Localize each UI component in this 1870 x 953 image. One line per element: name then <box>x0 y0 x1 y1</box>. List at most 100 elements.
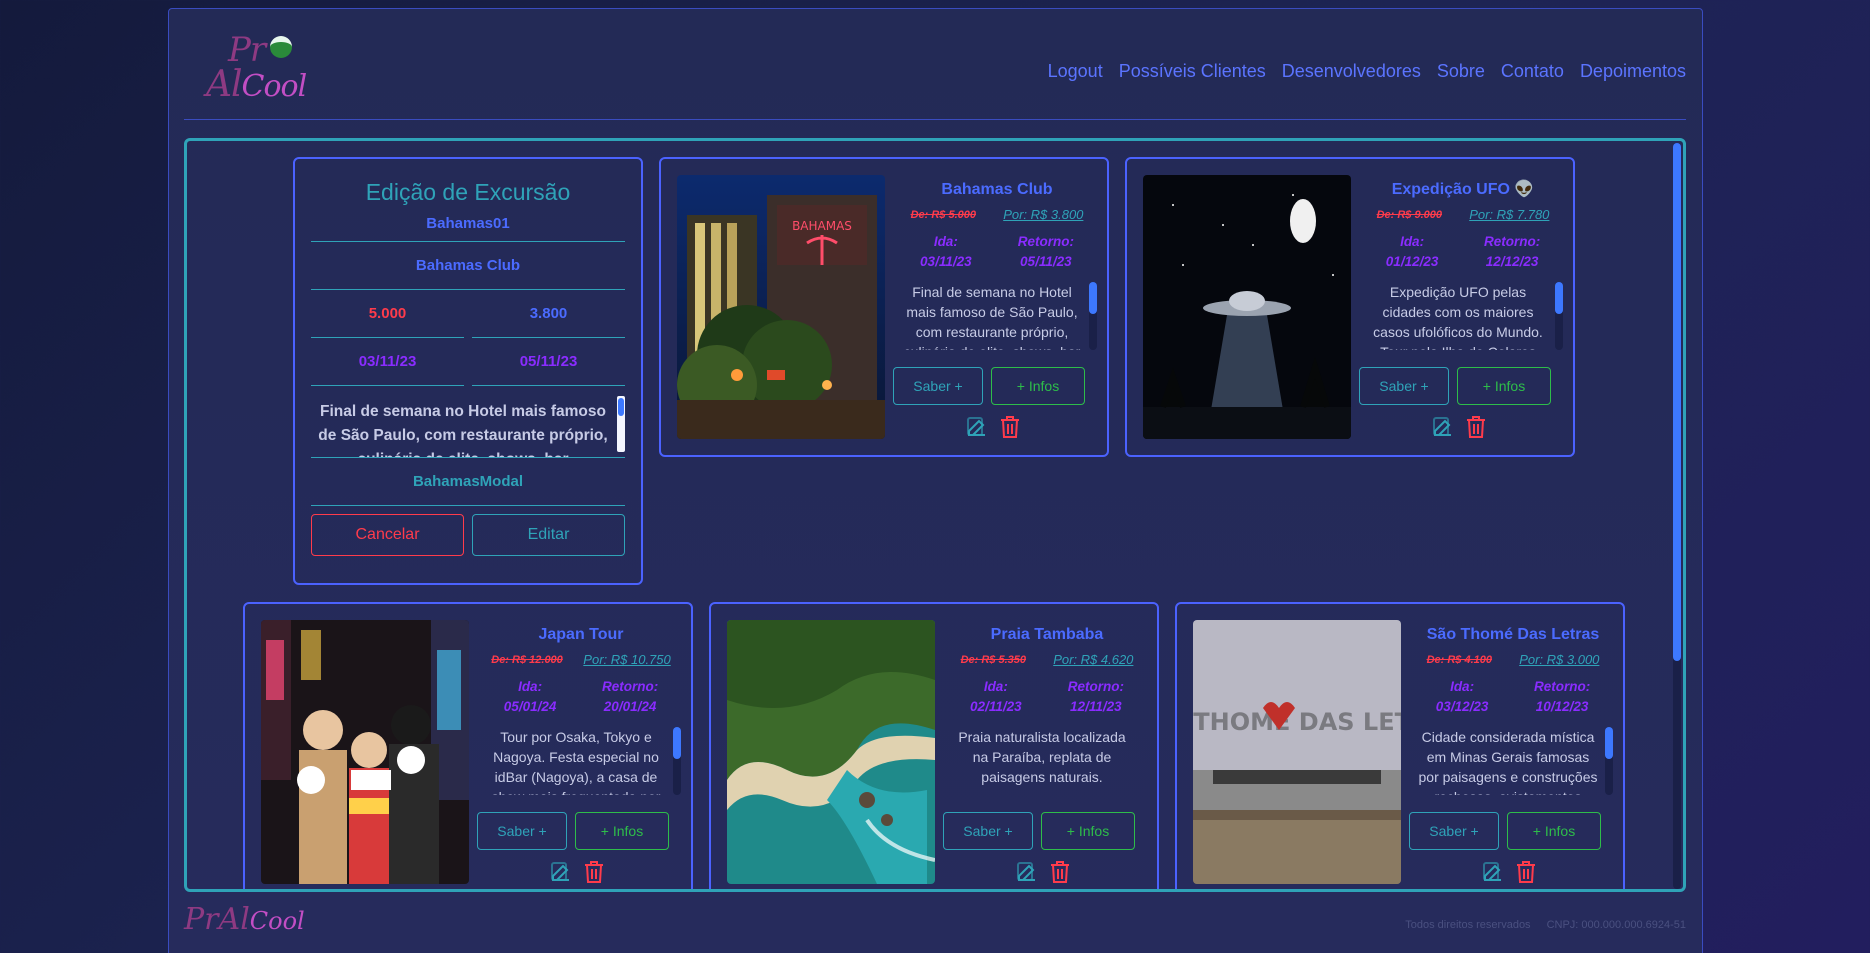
new-price-field[interactable]: 3.800 <box>472 290 625 338</box>
saber-mais-button[interactable]: Saber + <box>1359 367 1449 405</box>
trash-icon[interactable] <box>583 860 605 889</box>
end-date-field[interactable]: 05/11/23 <box>472 338 625 386</box>
id-field[interactable]: Bahamas01 <box>311 206 625 242</box>
logo-text-2: AlCool <box>206 64 307 105</box>
ida-label: Ida: <box>933 234 958 249</box>
retorno-label: Retorno: <box>1533 679 1591 694</box>
card-title: São Thomé Das Letras <box>1426 626 1600 643</box>
nav-logout[interactable]: Logout <box>1048 61 1103 82</box>
edit-icon[interactable] <box>1015 860 1039 889</box>
bahamas-club-image: BAHAMAS <box>677 175 885 439</box>
retorno-date: 10/12/23 <box>1535 699 1589 714</box>
trash-icon[interactable] <box>1515 860 1537 889</box>
mais-infos-button[interactable]: + Infos <box>991 367 1085 405</box>
footer-logo[interactable]: PrAlCool <box>184 902 344 942</box>
saber-mais-button[interactable]: Saber + <box>893 367 983 405</box>
ida-date: 01/12/23 <box>1385 254 1439 269</box>
old-price: De: R$ 5.000 <box>910 208 977 221</box>
trash-icon[interactable] <box>999 415 1021 444</box>
edit-title: Edição de Excursão <box>365 179 571 205</box>
edit-excursion-panel: Edição de Excursão Bahamas01 Bahamas Clu… <box>293 157 643 585</box>
card-title: Expedição UFO 👽 <box>1391 181 1535 198</box>
old-price: De: R$ 12.000 <box>491 653 563 666</box>
card-description[interactable]: Praia naturalista localizada na Paraíba,… <box>947 727 1147 795</box>
edit-button[interactable]: Editar <box>472 514 625 556</box>
new-price[interactable]: Por: R$ 10.750 <box>583 652 670 667</box>
name-field[interactable]: Bahamas Club <box>311 242 625 290</box>
old-price: De: R$ 5.350 <box>960 653 1027 666</box>
edit-icon[interactable] <box>1481 860 1505 889</box>
nav-desenvolvedores[interactable]: Desenvolvedores <box>1282 61 1421 82</box>
new-price[interactable]: Por: R$ 7.780 <box>1469 207 1549 222</box>
trash-icon[interactable] <box>1465 415 1487 444</box>
ufo-image <box>1143 175 1351 439</box>
japan-tour-image <box>261 620 469 884</box>
ida-label: Ida: <box>518 679 543 694</box>
old-price-field[interactable]: 5.000 <box>311 290 464 338</box>
edit-icon[interactable] <box>965 415 989 444</box>
new-price[interactable]: Por: R$ 3.800 <box>1003 207 1083 222</box>
ida-label: Ida: <box>1400 234 1425 249</box>
old-price: De: R$ 9.000 <box>1376 208 1443 221</box>
saber-mais-button[interactable]: Saber + <box>1409 812 1499 850</box>
mais-infos-button[interactable]: + Infos <box>1507 812 1601 850</box>
saber-mais-button[interactable]: Saber + <box>477 812 567 850</box>
card-description[interactable]: Tour por Osaka, Tokyo e Nagoya. Festa es… <box>481 727 681 795</box>
footer-rights: Todos direitos reservados <box>1405 919 1531 931</box>
card-title: Bahamas Club <box>941 181 1053 198</box>
excursion-card-praia-tambaba: Praia Tambaba De: R$ 5.350 Por: R$ 4.620… <box>709 602 1159 889</box>
content-area: Edição de Excursão Bahamas01 Bahamas Clu… <box>184 138 1686 892</box>
footer-cnpj: CNPJ: 000.000.000.6924-51 <box>1546 919 1686 931</box>
retorno-label: Retorno: <box>1017 234 1074 249</box>
description-scrollbar[interactable] <box>1605 727 1613 795</box>
sao-thome-image: SÃO THOMÉ DAS LETRAS <box>1193 620 1401 884</box>
nav-sobre[interactable]: Sobre <box>1437 61 1485 82</box>
card-title: Praia Tambaba <box>990 626 1104 643</box>
card-description[interactable]: Expedição UFO pelas cidades com os maior… <box>1363 282 1563 350</box>
card-description[interactable]: Final de semana no Hotel mais famoso de … <box>897 282 1097 350</box>
excursion-card-bahamas: BAHAMAS Bahamas Club De: R$ 5.000 Por: R… <box>659 157 1109 457</box>
edit-icon[interactable] <box>549 860 573 889</box>
ida-label: Ida: <box>983 679 1008 694</box>
mais-infos-button[interactable]: + Infos <box>1457 367 1551 405</box>
image-sign-text: SÃO THOMÉ DAS LETRAS <box>1193 707 1401 736</box>
ida-date: 03/11/23 <box>920 254 972 269</box>
description-scrollbar[interactable] <box>1555 282 1563 350</box>
mais-infos-button[interactable]: + Infos <box>575 812 669 850</box>
nav-depoimentos[interactable]: Depoimentos <box>1580 61 1686 82</box>
retorno-date: 12/12/23 <box>1485 254 1539 269</box>
description-scrollbar[interactable] <box>1089 282 1097 350</box>
ida-date: 05/01/24 <box>503 699 557 714</box>
ida-date: 03/12/23 <box>1435 699 1489 714</box>
ida-label: Ida: <box>1450 679 1475 694</box>
edit-icon[interactable] <box>1431 415 1455 444</box>
start-date-field[interactable]: 03/11/23 <box>311 338 464 386</box>
card-description[interactable]: Cidade considerada mística em Minas Gera… <box>1413 727 1613 795</box>
logo[interactable]: Pr AlCool <box>206 28 336 108</box>
ida-date: 02/11/23 <box>970 699 1022 714</box>
saber-mais-button[interactable]: Saber + <box>943 812 1033 850</box>
nav-contato[interactable]: Contato <box>1501 61 1564 82</box>
retorno-date: 12/11/23 <box>1070 699 1122 714</box>
main-nav: Logout Possíveis Clientes Desenvolvedore… <box>1048 61 1686 82</box>
new-price[interactable]: Por: R$ 4.620 <box>1053 652 1133 667</box>
retorno-date: 05/11/23 <box>1020 254 1072 269</box>
retorno-label: Retorno: <box>601 679 659 694</box>
footer-text: Todos direitos reservados CNPJ: 000.000.… <box>1405 919 1686 931</box>
textarea-scrollbar[interactable] <box>617 396 625 452</box>
praia-tambaba-image <box>727 620 935 884</box>
scrollbar-thumb[interactable] <box>1673 143 1681 661</box>
nav-possiveis-clientes[interactable]: Possíveis Clientes <box>1119 61 1266 82</box>
card-title: Japan Tour <box>538 626 624 643</box>
cancel-button[interactable]: Cancelar <box>311 514 464 556</box>
trash-icon[interactable] <box>1049 860 1071 889</box>
retorno-label: Retorno: <box>1067 679 1124 694</box>
description-scrollbar[interactable] <box>673 727 681 795</box>
mais-infos-button[interactable]: + Infos <box>1041 812 1135 850</box>
coconut-icon <box>270 36 292 58</box>
modal-field[interactable]: BahamasModal <box>311 458 625 506</box>
description-textarea[interactable]: Final de semana no Hotel mais famoso de … <box>311 396 625 458</box>
new-price[interactable]: Por: R$ 3.000 <box>1519 652 1599 667</box>
excursion-card-japan: Japan Tour De: R$ 12.000 Por: R$ 10.750 … <box>243 602 693 889</box>
retorno-date: 20/01/24 <box>603 699 657 714</box>
